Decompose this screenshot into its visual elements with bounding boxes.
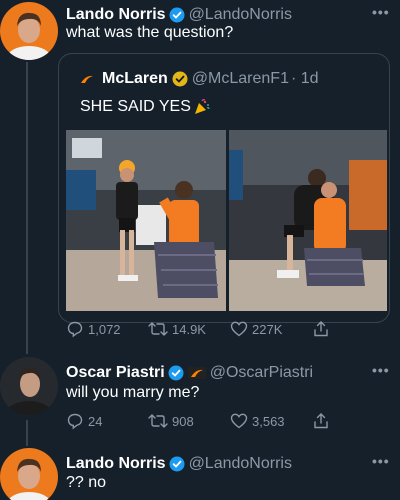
share-icon (314, 321, 328, 337)
proposal-photo-left[interactable] (66, 130, 226, 311)
avatar-lando[interactable] (0, 2, 58, 60)
more-options-icon[interactable]: ••• (372, 453, 390, 469)
mclaren-logo-icon (80, 74, 94, 84)
retweet-icon (148, 322, 168, 336)
tweet3-header: Lando Norris @LandoNorris (66, 455, 292, 473)
like-count: 3,563 (252, 413, 285, 429)
reply-icon (67, 413, 83, 430)
gold-verified-badge-icon (172, 71, 188, 87)
reply-button[interactable]: 1,072 (66, 320, 148, 338)
proposal-photo-right[interactable] (229, 130, 389, 311)
reply-icon (67, 321, 83, 338)
reply-count: 1,072 (88, 321, 121, 337)
share-button[interactable] (312, 320, 330, 338)
verified-badge-icon (169, 7, 185, 23)
retweet-button[interactable]: 908 (148, 412, 230, 430)
retweet-icon (148, 414, 168, 428)
party-popper-icon (193, 98, 211, 116)
share-button[interactable] (312, 412, 330, 430)
quoted-author-name[interactable]: McLaren (102, 70, 168, 88)
tweet1-header: Lando Norris @LandoNorris (66, 6, 292, 24)
like-count: 227K (252, 321, 283, 337)
thread-line-top (26, 62, 28, 354)
quoted-text: SHE SAID YES (80, 98, 191, 115)
retweet-count: 14.9K (172, 321, 206, 337)
tweet2-header: Oscar Piastri @OscarPiastri (66, 364, 313, 382)
like-button[interactable]: 3,563 (230, 412, 312, 430)
heart-icon (230, 321, 248, 337)
author-name[interactable]: Lando Norris (66, 455, 166, 473)
media-gallery[interactable] (66, 130, 389, 311)
quoted-tweet-text: SHE SAID YES (80, 98, 211, 116)
quoted-timestamp[interactable]: · 1d (291, 70, 319, 88)
quoted-author-handle[interactable]: @McLarenF1 (192, 70, 289, 88)
avatar-oscar[interactable] (0, 357, 58, 415)
thread-line-bottom (26, 420, 28, 446)
retweet-button[interactable]: 14.9K (148, 320, 230, 338)
quoted-header: McLaren @McLarenF1 · 1d (80, 70, 319, 88)
tweet2-actions: 24 908 3,563 (66, 412, 386, 430)
heart-icon (230, 413, 248, 429)
author-handle[interactable]: @OscarPiastri (210, 364, 313, 382)
verified-badge-icon (168, 365, 184, 381)
mclaren-logo-icon (187, 367, 206, 379)
tweet-text: will you marry me? (66, 384, 200, 401)
more-options-icon[interactable]: ••• (372, 362, 390, 378)
author-handle[interactable]: @LandoNorris (189, 6, 292, 24)
tweet-text: what was the question? (66, 24, 234, 41)
reply-button[interactable]: 24 (66, 412, 148, 430)
like-button[interactable]: 227K (230, 320, 312, 338)
avatar-lando[interactable] (0, 448, 58, 500)
author-name[interactable]: Lando Norris (66, 6, 166, 24)
reply-count: 24 (88, 413, 103, 429)
share-icon (314, 413, 328, 429)
more-options-icon[interactable]: ••• (372, 4, 390, 20)
tweet-text: ?? no (66, 474, 107, 491)
author-name[interactable]: Oscar Piastri (66, 364, 165, 382)
verified-badge-icon (169, 456, 185, 472)
author-handle[interactable]: @LandoNorris (189, 455, 292, 473)
tweet1-actions: 1,072 14.9K 227K (66, 320, 386, 338)
retweet-count: 908 (172, 413, 194, 429)
